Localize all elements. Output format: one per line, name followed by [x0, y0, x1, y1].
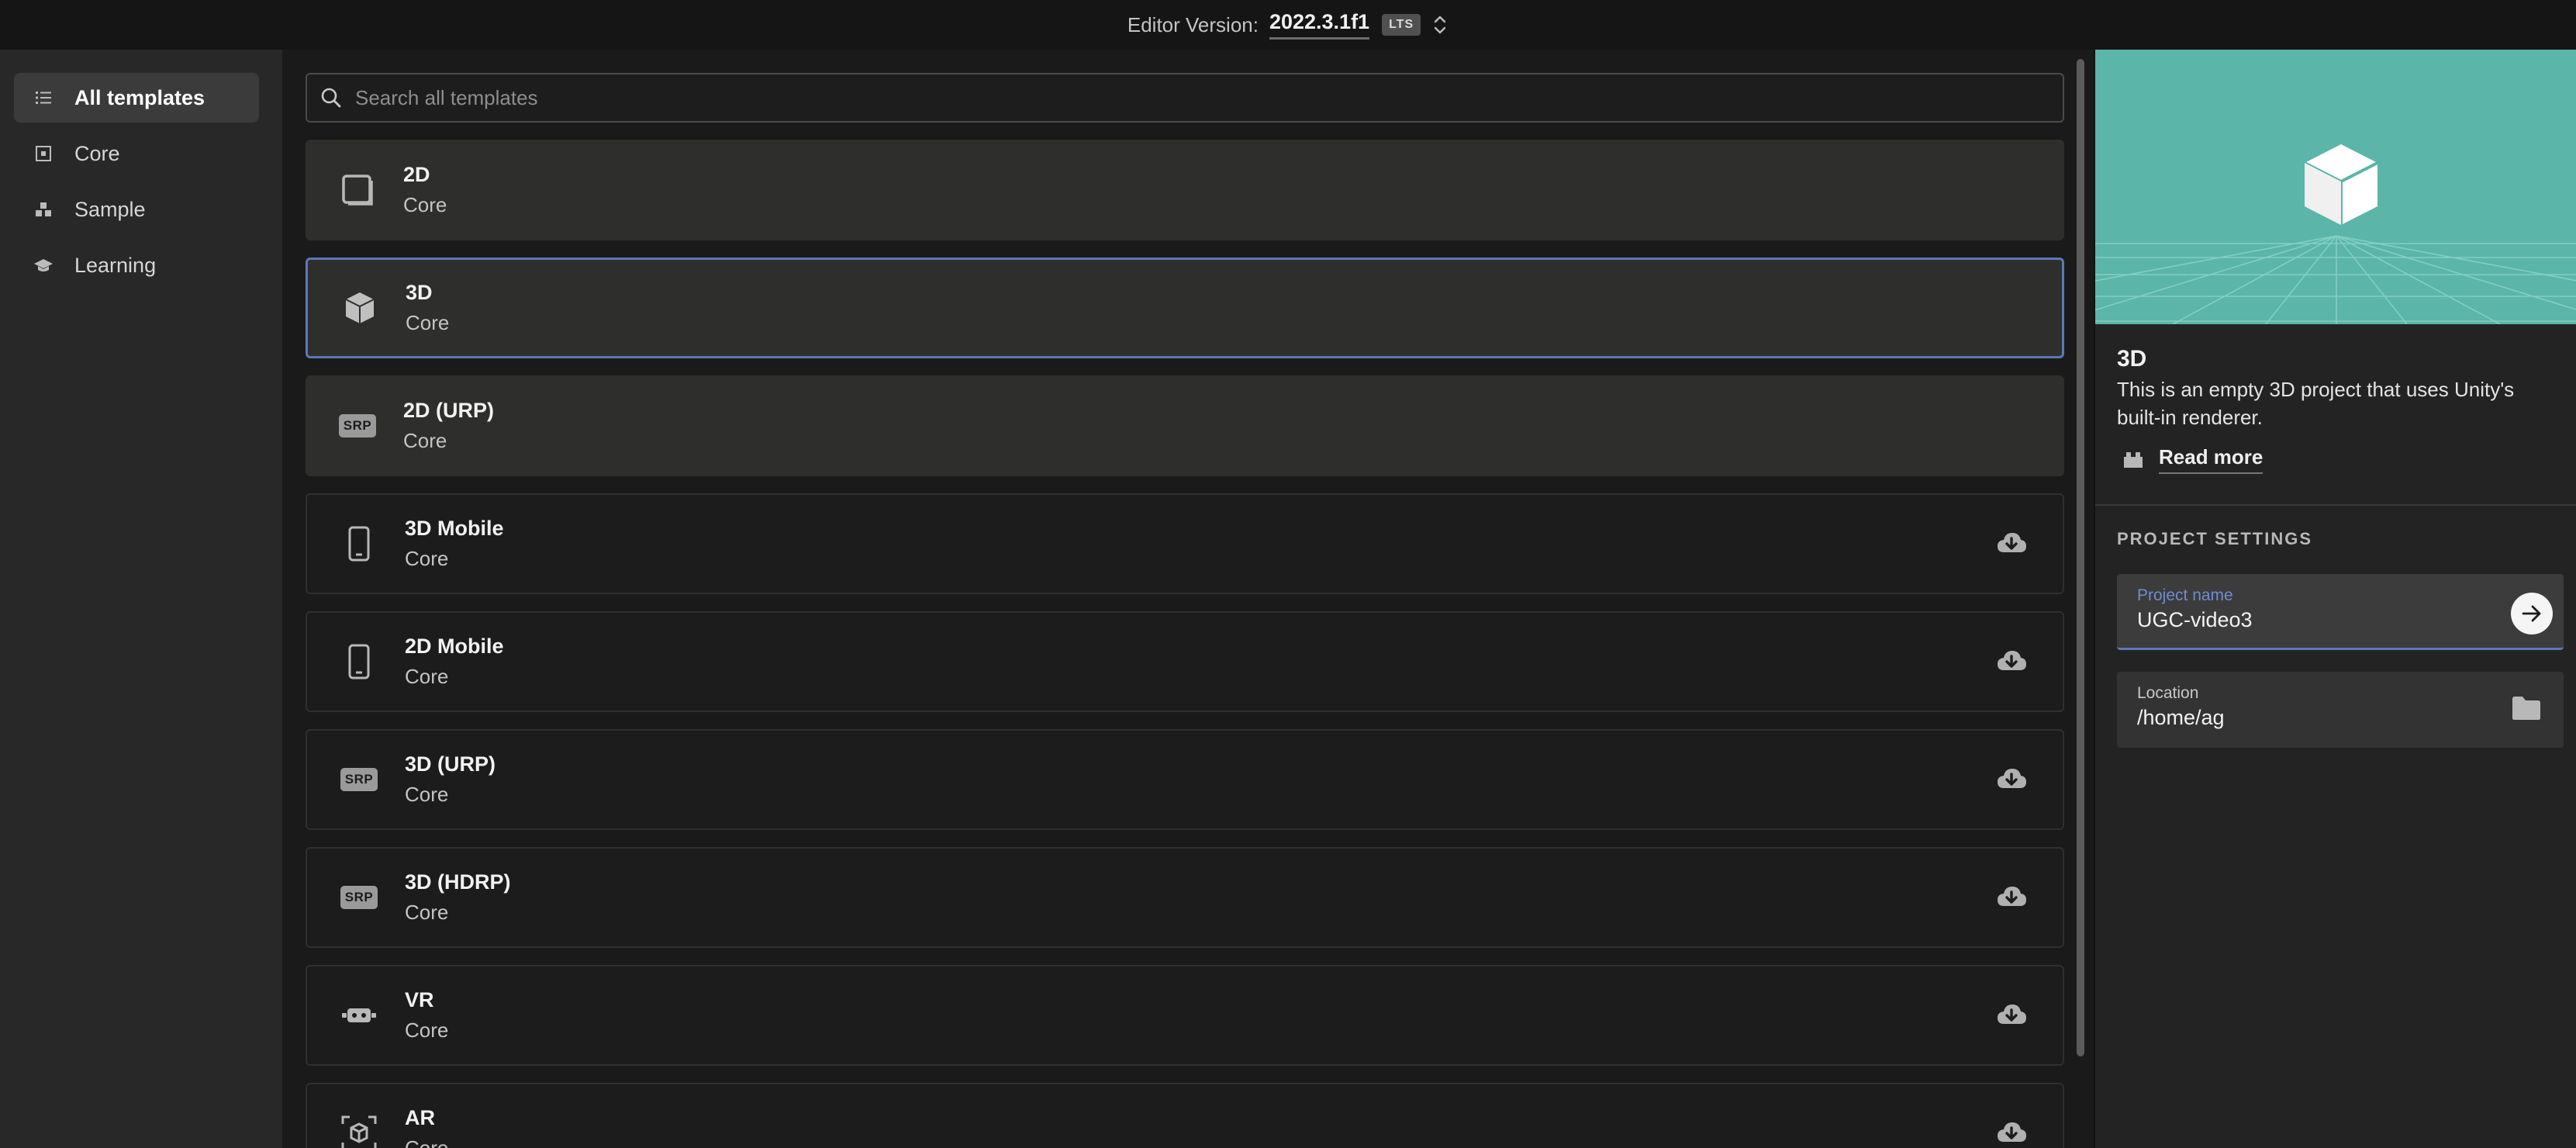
divider — [2095, 504, 2576, 506]
read-more-label[interactable]: Read more — [2159, 445, 2263, 474]
book-icon — [2124, 451, 2143, 468]
learning-icon — [33, 254, 54, 276]
cloud-download-icon[interactable] — [1996, 882, 2027, 913]
cloud-download-icon[interactable] — [1996, 1118, 2027, 1148]
template-category: Core — [405, 547, 449, 570]
template-list-panel: 2D Core 3D Core SRP 2D (URP) Core 3D Mob… — [282, 50, 2094, 1148]
template-card-3d-mobile[interactable]: 3D Mobile Core — [306, 493, 2064, 594]
lts-badge: LTS — [1382, 14, 1421, 36]
template-category: Core — [405, 783, 449, 806]
template-title: 3D — [2117, 346, 2147, 372]
template-preview-image — [2095, 50, 2576, 324]
read-more-link[interactable]: Read more — [2122, 445, 2263, 474]
srp-badge-icon: SRP — [335, 756, 383, 804]
template-category: Core — [405, 1018, 449, 1042]
srp-badge: SRP — [338, 414, 377, 437]
search-input[interactable] — [355, 85, 2046, 110]
folder-icon[interactable] — [2511, 695, 2542, 721]
sidebar-item-label: All templates — [74, 85, 205, 109]
template-category: Core — [403, 193, 447, 216]
template-category: Core — [406, 311, 450, 334]
sidebar-item-label: Core — [74, 141, 120, 165]
arrow-right-icon — [2522, 605, 2541, 622]
srp-badge-icon: SRP — [333, 402, 382, 450]
search-icon — [321, 88, 341, 108]
core-icon — [33, 143, 54, 164]
template-category: Core — [405, 901, 449, 924]
cloud-download-icon[interactable] — [1996, 764, 2027, 795]
template-details-panel: 3D This is an empty 3D project that uses… — [2094, 50, 2576, 1148]
list-icon — [33, 87, 54, 109]
location-field[interactable]: Location /home/ag — [2117, 672, 2564, 748]
template-name: 2D (URP) — [403, 399, 495, 422]
project-settings-heading: PROJECT SETTINGS — [2117, 529, 2313, 548]
template-name: VR — [405, 988, 434, 1011]
template-list-scrollbar[interactable] — [2077, 59, 2084, 1056]
location-value: /home/ag — [2137, 706, 2225, 729]
template-card-3d-urp[interactable]: SRP 3D (URP) Core — [306, 729, 2064, 830]
location-label: Location — [2137, 684, 2199, 702]
srp-badge: SRP — [340, 768, 378, 791]
sidebar-item-label: Sample — [74, 197, 146, 221]
template-name: 3D — [406, 281, 433, 304]
cloud-download-icon[interactable] — [1996, 528, 2027, 559]
template-card-3d-hdrp[interactable]: SRP 3D (HDRP) Core — [306, 847, 2064, 948]
template-category: Core — [405, 1136, 449, 1148]
template-name: AR — [405, 1106, 435, 1129]
template-category: Core — [403, 429, 447, 452]
mobile-phone-icon — [335, 638, 383, 686]
mobile-phone-icon — [335, 520, 383, 568]
sidebar-item-learning[interactable]: Learning — [14, 240, 259, 290]
template-card-ar[interactable]: AR Core — [306, 1083, 2064, 1148]
sidebar-item-sample[interactable]: Sample — [14, 185, 259, 234]
top-bar: Editor Version: 2022.3.1f1 LTS — [0, 0, 2576, 50]
srp-badge: SRP — [340, 886, 378, 909]
project-name-label: Project name — [2137, 586, 2233, 604]
project-name-field[interactable]: Project name — [2117, 574, 2564, 650]
template-card-2d-mobile[interactable]: 2D Mobile Core — [306, 611, 2064, 712]
template-card-2d[interactable]: 2D Core — [306, 140, 2064, 240]
cloud-download-icon[interactable] — [1996, 646, 2027, 677]
sidebar-item-core[interactable]: Core — [14, 129, 259, 178]
cube-icon — [2304, 144, 2378, 225]
template-description: This is an empty 3D project that uses Un… — [2117, 378, 2515, 429]
sidebar: All templates Core Sample Learning — [0, 50, 282, 1148]
editor-version-label: Editor Version: — [1127, 12, 1259, 36]
cloud-download-icon[interactable] — [1996, 1000, 2027, 1031]
sidebar-item-all-templates[interactable]: All templates — [14, 73, 259, 123]
create-project-button[interactable] — [2511, 593, 2553, 635]
template-name: 2D — [403, 163, 430, 186]
template-name: 3D (URP) — [405, 752, 496, 776]
template-card-2d-urp[interactable]: SRP 2D (URP) Core — [306, 375, 2064, 476]
srp-badge-icon: SRP — [335, 873, 383, 922]
chevron-up-down-icon[interactable] — [1431, 13, 1449, 36]
template-card-3d[interactable]: 3D Core — [306, 258, 2064, 358]
ar-cube-icon — [335, 1109, 383, 1148]
cube-icon — [336, 284, 384, 332]
project-name-input[interactable] — [2137, 608, 2478, 632]
sample-icon — [33, 199, 54, 220]
template-name: 3D (HDRP) — [405, 870, 511, 894]
sidebar-item-label: Learning — [74, 253, 157, 277]
template-name: 2D Mobile — [405, 635, 504, 658]
vr-headset-icon — [335, 991, 383, 1039]
2d-square-icon — [333, 166, 382, 214]
template-name: 3D Mobile — [405, 517, 504, 540]
search-bar[interactable] — [306, 73, 2064, 123]
template-category: Core — [405, 665, 449, 688]
template-card-vr[interactable]: VR Core — [306, 965, 2064, 1066]
editor-version-selector[interactable]: 2022.3.1f1 — [1269, 10, 1370, 40]
